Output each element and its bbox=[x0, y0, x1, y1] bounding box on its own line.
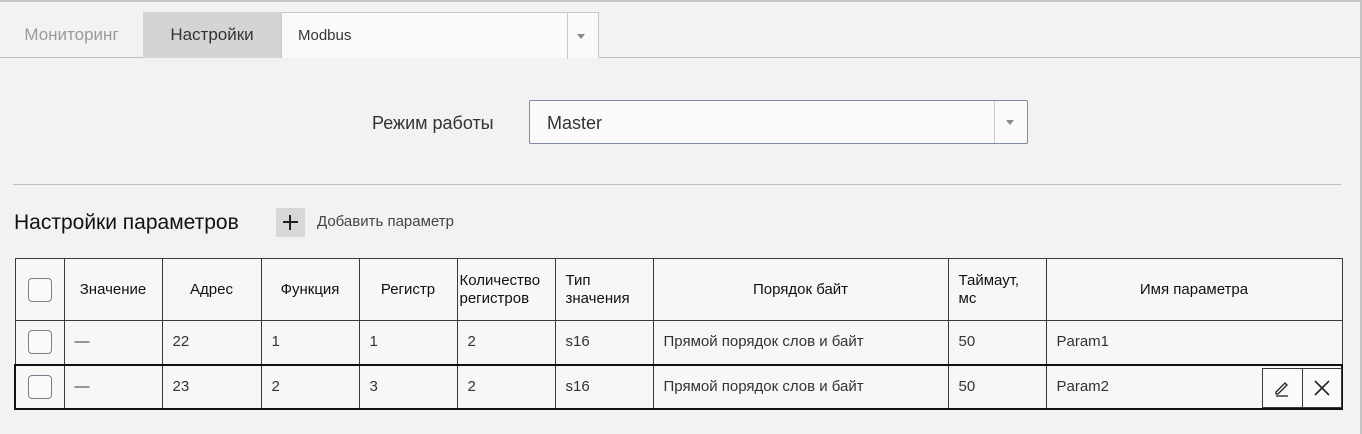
cell-register-count: 2 bbox=[456, 320, 556, 365]
close-icon bbox=[1314, 379, 1330, 396]
table-row[interactable]: — 22 1 1 2 s16 Прямой порядок слов и бай… bbox=[14, 320, 1343, 365]
chevron-down-icon[interactable] bbox=[1006, 120, 1014, 125]
cell-register-count: 2 bbox=[456, 363, 556, 410]
cell-value: — bbox=[63, 363, 163, 410]
cell-register: 3 bbox=[358, 363, 458, 410]
cell-byte-order: Прямой порядок слов и байт bbox=[652, 320, 949, 365]
cell-value-type: s16 bbox=[554, 363, 654, 410]
header-timeout-line1: Таймаут, bbox=[958, 271, 1020, 289]
cell-value-type: s16 bbox=[554, 320, 654, 365]
cell-value: — bbox=[63, 320, 163, 365]
header-register-count-line2: регистров bbox=[459, 289, 530, 307]
mode-select-value: Master bbox=[547, 113, 603, 133]
table-row[interactable]: — 23 2 3 2 s16 Прямой порядок слов и бай… bbox=[14, 363, 1343, 410]
cell-address: 23 bbox=[161, 363, 262, 410]
header-register-count-line1: Количество bbox=[459, 271, 541, 289]
tab-settings[interactable]: Настройки bbox=[143, 12, 281, 58]
header-select-all bbox=[14, 258, 65, 321]
header-function: Функция bbox=[260, 258, 360, 321]
tab-monitoring[interactable]: Мониторинг bbox=[0, 12, 143, 58]
header-register-count: Количество регистров bbox=[456, 258, 556, 321]
cell-param-name: Param1 bbox=[1045, 320, 1343, 365]
header-param-name: Имя параметра bbox=[1045, 258, 1343, 321]
header-value-type: Тип значения bbox=[554, 258, 654, 321]
cell-param-name: Param2 bbox=[1045, 363, 1343, 410]
row-select-cell bbox=[14, 363, 65, 410]
protocol-dropdown-value: Modbus bbox=[298, 27, 352, 44]
edit-row-button[interactable] bbox=[1263, 369, 1302, 407]
header-value-type-line2: значения bbox=[565, 289, 630, 307]
dropdown-separator bbox=[994, 101, 995, 143]
row-select-cell bbox=[14, 320, 65, 365]
pencil-icon bbox=[1275, 381, 1288, 397]
dropdown-separator bbox=[567, 13, 568, 59]
header-value-type-line1: Тип bbox=[565, 271, 591, 289]
delete-row-button[interactable] bbox=[1302, 368, 1341, 407]
row-checkbox[interactable] bbox=[27, 330, 52, 355]
add-param-button[interactable]: Добавить параметр bbox=[317, 212, 454, 232]
tab-bar: Мониторинг Настройки Modbus bbox=[0, 12, 1360, 59]
header-byte-order: Порядок байт bbox=[652, 258, 949, 321]
mode-select[interactable]: Master bbox=[529, 100, 1028, 144]
mode-label: Режим работы bbox=[372, 113, 494, 133]
cell-byte-order: Прямой порядок слов и байт bbox=[652, 363, 949, 410]
param-name-text: Param2 bbox=[1056, 377, 1110, 395]
select-all-checkbox[interactable] bbox=[27, 277, 52, 302]
cell-address: 22 bbox=[161, 320, 262, 365]
cell-function: 1 bbox=[260, 320, 360, 365]
header-value: Значение bbox=[63, 258, 163, 321]
header-register: Регистр bbox=[358, 258, 458, 321]
header-address: Адрес bbox=[161, 258, 262, 321]
table-header-row: Значение Адрес Функция Регистр Количеств… bbox=[14, 258, 1343, 321]
cell-timeout: 50 bbox=[947, 363, 1047, 410]
row-checkbox[interactable] bbox=[27, 374, 52, 399]
params-section-title: Настройки параметров bbox=[14, 211, 239, 234]
protocol-dropdown[interactable]: Modbus bbox=[281, 12, 599, 59]
chevron-down-icon[interactable] bbox=[577, 34, 585, 39]
row-actions bbox=[1262, 367, 1342, 408]
plus-icon[interactable] bbox=[276, 208, 305, 237]
cell-timeout: 50 bbox=[947, 320, 1047, 365]
params-table: Значение Адрес Функция Регистр Количеств… bbox=[14, 258, 1343, 410]
header-timeout-line2: мс bbox=[958, 289, 977, 307]
header-timeout: Таймаут, мс bbox=[947, 258, 1047, 321]
section-divider bbox=[13, 184, 1341, 185]
cell-function: 2 bbox=[260, 363, 360, 410]
cell-register: 1 bbox=[358, 320, 458, 365]
